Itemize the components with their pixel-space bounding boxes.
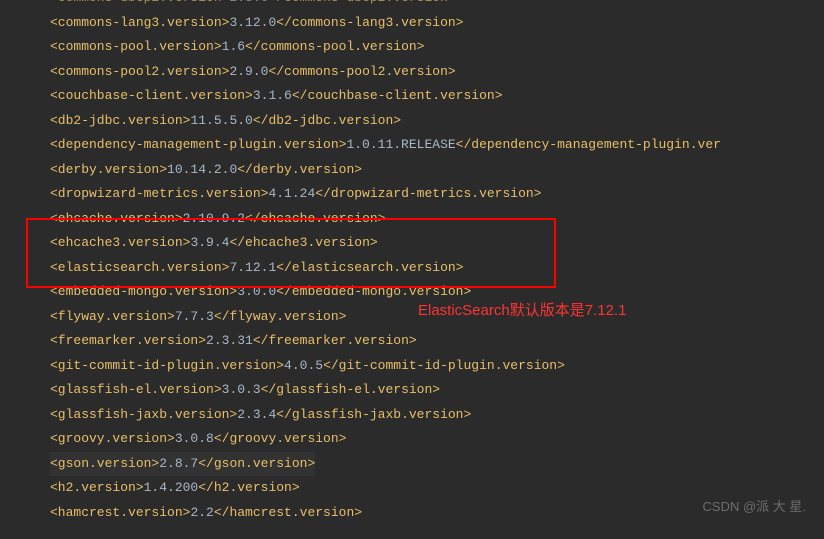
xml-value: 3.0.0 bbox=[237, 284, 276, 299]
xml-value: 10.14.2.0 bbox=[167, 162, 237, 177]
code-line[interactable]: <commons-dbcp2.version>2.8.0</commons-db… bbox=[50, 0, 824, 11]
xml-close-tag: </commons-dbcp2.version> bbox=[268, 0, 455, 5]
xml-close-tag: </db2-jdbc.version> bbox=[253, 113, 401, 128]
xml-value: 3.12.0 bbox=[229, 15, 276, 30]
xml-close-tag: </dropwizard-metrics.version> bbox=[315, 186, 541, 201]
xml-close-tag: </hamcrest.version> bbox=[214, 505, 362, 520]
xml-close-tag: </dependency-management-plugin.ver bbox=[456, 137, 721, 152]
xml-close-tag: </groovy.version> bbox=[214, 431, 347, 446]
xml-close-tag: </embedded-mongo.version> bbox=[276, 284, 471, 299]
xml-close-tag: </glassfish-el.version> bbox=[261, 382, 440, 397]
xml-value: 1.6 bbox=[222, 39, 245, 54]
xml-close-tag: </commons-pool.version> bbox=[245, 39, 424, 54]
xml-open-tag: <commons-pool2.version> bbox=[50, 64, 229, 79]
xml-close-tag: </ehcache.version> bbox=[245, 211, 385, 226]
xml-value: 2.2 bbox=[190, 505, 213, 520]
xml-open-tag: <dropwizard-metrics.version> bbox=[50, 186, 268, 201]
xml-open-tag: <h2.version> bbox=[50, 480, 144, 495]
xml-open-tag: <glassfish-el.version> bbox=[50, 382, 222, 397]
xml-value: 2.8.0 bbox=[229, 0, 268, 5]
xml-close-tag: </freemarker.version> bbox=[253, 333, 417, 348]
xml-close-tag: </derby.version> bbox=[237, 162, 362, 177]
xml-value: 2.3.4 bbox=[237, 407, 276, 422]
xml-value: 7.7.3 bbox=[175, 309, 214, 324]
xml-open-tag: <commons-dbcp2.version> bbox=[50, 0, 229, 5]
code-line[interactable]: <derby.version>10.14.2.0</derby.version> bbox=[50, 158, 824, 183]
xml-open-tag: <db2-jdbc.version> bbox=[50, 113, 190, 128]
xml-open-tag: <flyway.version> bbox=[50, 309, 175, 324]
xml-value: 4.0.5 bbox=[284, 358, 323, 373]
xml-open-tag: <elasticsearch.version> bbox=[50, 260, 229, 275]
code-line[interactable]: <commons-lang3.version>3.12.0</commons-l… bbox=[50, 11, 824, 36]
code-line[interactable]: <db2-jdbc.version>11.5.5.0</db2-jdbc.ver… bbox=[50, 109, 824, 134]
code-line[interactable]: <ehcache.version>2.10.9.2</ehcache.versi… bbox=[50, 207, 824, 232]
xml-open-tag: <hamcrest.version> bbox=[50, 505, 190, 520]
xml-open-tag: <dependency-management-plugin.version> bbox=[50, 137, 346, 152]
xml-close-tag: </h2.version> bbox=[198, 480, 299, 495]
xml-open-tag: <gson.version> bbox=[50, 456, 159, 471]
xml-close-tag: </git-commit-id-plugin.version> bbox=[323, 358, 565, 373]
code-line[interactable]: <commons-pool2.version>2.9.0</commons-po… bbox=[50, 60, 824, 85]
xml-value: 2.3.31 bbox=[206, 333, 253, 348]
xml-value: 2.8.7 bbox=[159, 456, 198, 471]
xml-value: 3.1.6 bbox=[253, 88, 292, 103]
xml-open-tag: <freemarker.version> bbox=[50, 333, 206, 348]
code-line[interactable]: <elasticsearch.version>7.12.1</elasticse… bbox=[50, 256, 824, 281]
code-line[interactable]: <glassfish-el.version>3.0.3</glassfish-e… bbox=[50, 378, 824, 403]
xml-value: 1.4.200 bbox=[144, 480, 199, 495]
xml-open-tag: <commons-lang3.version> bbox=[50, 15, 229, 30]
xml-value: 3.0.8 bbox=[175, 431, 214, 446]
xml-close-tag: </gson.versio bbox=[198, 456, 299, 471]
xml-value: 3.0.3 bbox=[222, 382, 261, 397]
xml-open-tag: <git-commit-id-plugin.version> bbox=[50, 358, 284, 373]
xml-open-tag: <commons-pool.version> bbox=[50, 39, 222, 54]
xml-open-tag: <glassfish-jaxb.version> bbox=[50, 407, 237, 422]
xml-open-tag: <derby.version> bbox=[50, 162, 167, 177]
xml-value: 2.9.0 bbox=[229, 64, 268, 79]
code-line[interactable]: <glassfish-jaxb.version>2.3.4</glassfish… bbox=[50, 403, 824, 428]
xml-close-tag: </commons-pool2.version> bbox=[268, 64, 455, 79]
code-editor[interactable]: <commons-dbcp2.version>2.8.0</commons-db… bbox=[0, 0, 824, 525]
code-line[interactable]: <freemarker.version>2.3.31</freemarker.v… bbox=[50, 329, 824, 354]
xml-value: 2.10.9.2 bbox=[183, 211, 245, 226]
xml-close-tag: </elasticsearch.version> bbox=[276, 260, 463, 275]
xml-open-tag: <embedded-mongo.version> bbox=[50, 284, 237, 299]
xml-close-tag: </commons-lang3.version> bbox=[276, 15, 463, 30]
xml-close-tag: </glassfish-jaxb.version> bbox=[276, 407, 471, 422]
xml-open-tag: <ehcache3.version> bbox=[50, 235, 190, 250]
xml-open-tag: <ehcache.version> bbox=[50, 211, 183, 226]
xml-close-tag: </ehcache3.version> bbox=[229, 235, 377, 250]
xml-close-tag: </flyway.version> bbox=[214, 309, 347, 324]
xml-value: 1.0.11.RELEASE bbox=[346, 137, 455, 152]
annotation-text: ElasticSearch默认版本是7.12.1 bbox=[418, 299, 626, 320]
xml-open-tag: <couchbase-client.version> bbox=[50, 88, 253, 103]
code-line[interactable]: <ehcache3.version>3.9.4</ehcache3.versio… bbox=[50, 231, 824, 256]
code-line[interactable]: <git-commit-id-plugin.version>4.0.5</git… bbox=[50, 354, 824, 379]
code-line[interactable]: <commons-pool.version>1.6</commons-pool.… bbox=[50, 35, 824, 60]
watermark-text: CSDN @派 大 星. bbox=[703, 496, 806, 515]
code-line[interactable]: <couchbase-client.version>3.1.6</couchba… bbox=[50, 84, 824, 109]
xml-value: 11.5.5.0 bbox=[190, 113, 252, 128]
code-line[interactable]: <dependency-management-plugin.version>1.… bbox=[50, 133, 824, 158]
xml-open-tag: <groovy.version> bbox=[50, 431, 175, 446]
code-line[interactable]: <dropwizard-metrics.version>4.1.24</drop… bbox=[50, 182, 824, 207]
xml-value: 7.12.1 bbox=[229, 260, 276, 275]
code-line[interactable]: <groovy.version>3.0.8</groovy.version> bbox=[50, 427, 824, 452]
code-line[interactable]: <gson.version>2.8.7</gson.version> bbox=[50, 452, 824, 477]
xml-close-tag: </couchbase-client.version> bbox=[292, 88, 503, 103]
xml-value: 3.9.4 bbox=[190, 235, 229, 250]
xml-value: 4.1.24 bbox=[268, 186, 315, 201]
